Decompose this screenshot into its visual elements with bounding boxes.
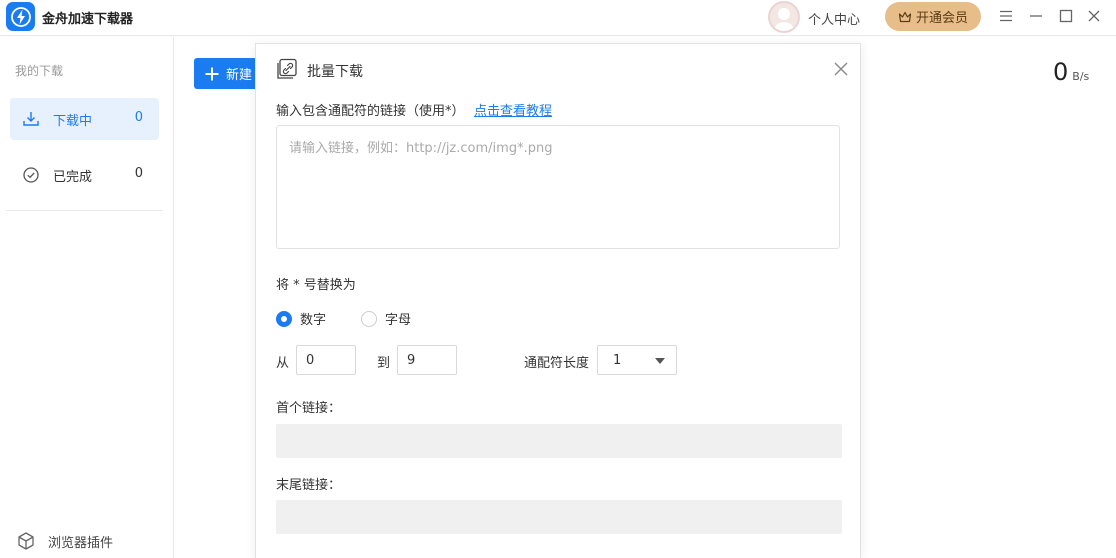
to-label: 到 bbox=[377, 356, 391, 371]
chevron-down-icon bbox=[655, 358, 665, 364]
close-icon[interactable] bbox=[833, 61, 849, 77]
title-bar: 金舟加速下载器 个人中心 开通会员 bbox=[0, 0, 1116, 36]
last-link-field bbox=[276, 500, 842, 534]
dialog-title: 批量下载 bbox=[307, 64, 363, 80]
avatar[interactable] bbox=[768, 1, 800, 33]
tutorial-link[interactable]: 点击查看教程 bbox=[474, 100, 552, 119]
vip-button-label: 开通会员 bbox=[915, 11, 968, 26]
first-link-field bbox=[276, 424, 842, 458]
lightning-icon bbox=[10, 6, 31, 27]
app-logo bbox=[6, 2, 35, 31]
menu-icon[interactable] bbox=[997, 7, 1015, 25]
new-download-button[interactable]: 新建 bbox=[194, 58, 264, 89]
radio-letter[interactable]: 字母 bbox=[361, 309, 411, 328]
radio-number[interactable]: 数字 bbox=[276, 309, 326, 328]
close-window-icon[interactable] bbox=[1085, 7, 1103, 25]
speed-unit: B/s bbox=[1072, 70, 1090, 83]
sidebar-item-label: 下载中 bbox=[53, 114, 93, 129]
browser-plugin-label: 浏览器插件 bbox=[48, 535, 114, 551]
from-label: 从 bbox=[276, 356, 290, 371]
download-icon bbox=[23, 112, 39, 126]
sidebar: 我的下载 下载中 0 已完成 0 浏览器插件 bbox=[0, 37, 174, 558]
sidebar-divider bbox=[6, 210, 163, 211]
wildcard-length-value: 1 bbox=[613, 353, 622, 368]
radio-label: 字母 bbox=[385, 313, 412, 328]
link-textarea[interactable] bbox=[276, 125, 840, 249]
sidebar-item-downloading[interactable]: 下载中 0 bbox=[10, 98, 159, 140]
to-input[interactable] bbox=[397, 345, 457, 375]
wildcard-length-label: 通配符长度 bbox=[524, 356, 590, 371]
maximize-icon[interactable] bbox=[1057, 7, 1075, 25]
last-link-label: 末尾链接： bbox=[276, 478, 342, 493]
browser-plugin-link[interactable]: 浏览器插件 bbox=[16, 531, 113, 551]
sidebar-item-count: 0 bbox=[134, 110, 143, 125]
download-speed: 0 B/s bbox=[1053, 58, 1089, 86]
batch-download-dialog: 批量下载 输入包含通配符的链接（使用*） 点击查看教程 将 * 号替换为 数字 … bbox=[255, 43, 861, 558]
speed-value: 0 bbox=[1053, 58, 1069, 86]
radio-dot bbox=[361, 310, 377, 327]
link-icon bbox=[277, 58, 297, 79]
sidebar-item-count: 0 bbox=[134, 166, 143, 181]
sidebar-item-completed[interactable]: 已完成 0 bbox=[10, 154, 159, 196]
vip-button[interactable]: 开通会员 bbox=[885, 2, 981, 31]
crown-icon bbox=[898, 11, 912, 22]
wildcard-length-select[interactable]: 1 bbox=[597, 345, 677, 375]
from-input[interactable] bbox=[296, 345, 356, 375]
plus-icon bbox=[205, 67, 219, 80]
app-title: 金舟加速下载器 bbox=[42, 12, 134, 27]
link-input-label: 输入包含通配符的链接（使用*） bbox=[276, 104, 465, 119]
replace-label: 将 * 号替换为 bbox=[276, 278, 356, 293]
sidebar-heading: 我的下载 bbox=[15, 64, 64, 78]
radio-label: 数字 bbox=[300, 313, 327, 328]
user-center-link[interactable]: 个人中心 bbox=[808, 9, 860, 28]
radio-dot bbox=[276, 310, 292, 327]
cube-icon bbox=[18, 532, 34, 550]
minimize-icon[interactable] bbox=[1027, 7, 1045, 25]
first-link-label: 首个链接： bbox=[276, 401, 342, 416]
check-circle-icon bbox=[23, 167, 39, 183]
new-download-label: 新建 bbox=[226, 68, 253, 83]
sidebar-item-label: 已完成 bbox=[53, 170, 93, 185]
